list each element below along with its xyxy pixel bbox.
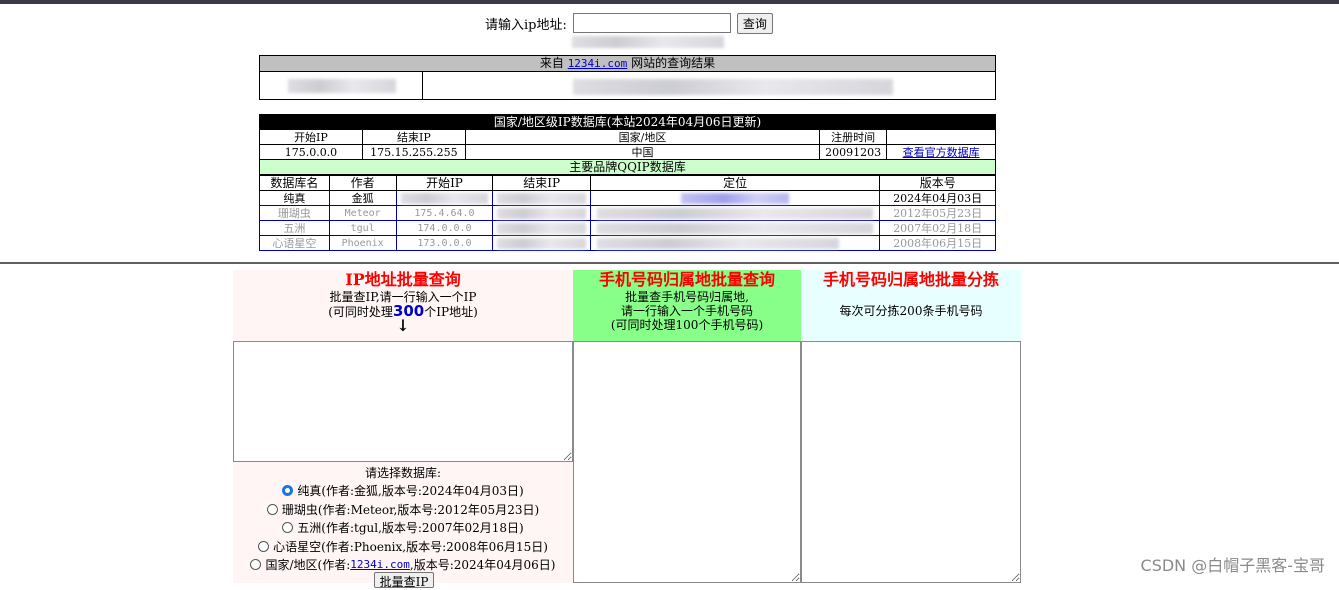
table-row: 五洲 tgul 174.0.0.0 2007年02月18日 xyxy=(259,220,996,236)
table-row: 珊瑚虫 Meteor 175.4.64.0 2012年05月23日 xyxy=(259,205,996,221)
watermark: CSDN @白帽子黑客-宝哥 xyxy=(1140,556,1325,575)
ip-display-redacted xyxy=(572,36,724,48)
search-row: 请输入ip地址: 查询 xyxy=(485,12,773,34)
db-option-shanhuchong[interactable]: 珊瑚虫(作者:Meteor,版本号:2012年05月23日) xyxy=(233,500,573,519)
brand-table: 数据库名 作者 开始IP 结束IP 定位 版本号 纯真 金狐 2024年04月0… xyxy=(259,175,996,251)
result-ip-cell xyxy=(260,72,423,100)
radio-icon[interactable] xyxy=(282,522,294,534)
country-row: 175.0.0.0 175.15.255.255 中国 20091203 查看官… xyxy=(259,144,996,160)
section-divider xyxy=(0,262,1339,264)
db-option-wuzhou[interactable]: 五洲(作者:tgul,版本号:2007年02月18日) xyxy=(233,519,573,538)
radio-icon[interactable] xyxy=(250,559,262,571)
country-table: 国家/地区级IP数据库(本站2024年04月06日更新) 开始IP 结束IP 国… xyxy=(259,114,996,175)
table-row: 心语星空 Phoenix 173.0.0.0 2008年06月15日 xyxy=(259,235,996,251)
table-row: 纯真 金狐 2024年04月03日 xyxy=(259,190,996,206)
ip-input[interactable] xyxy=(572,13,731,33)
arrow-down-icon: ↓ xyxy=(396,316,410,335)
phone-batch-panel: 手机号码归属地批量查询 批量查手机号码归属地, 请一行输入一个手机号码 (可同时… xyxy=(573,270,801,342)
phone-sort-panel: 手机号码归属地批量分拣 每次可分拣200条手机号码 xyxy=(801,270,1021,342)
phone-batch-title: 手机号码归属地批量查询 xyxy=(598,270,775,289)
result-header: 来自 1234i.com 网站的查询结果 xyxy=(260,56,995,72)
site-link[interactable]: 1234i.com xyxy=(568,57,628,70)
batch-query-button[interactable]: 批量查IP xyxy=(374,572,434,589)
official-db-link[interactable]: 查看官方数据库 xyxy=(903,146,980,159)
ip-batch-title: IP地址批量查询 xyxy=(345,270,461,289)
country-table-title: 国家/地区级IP数据库(本站2024年04月06日更新) xyxy=(259,114,996,130)
radio-checked-icon[interactable] xyxy=(282,485,294,497)
db-option-xinyu[interactable]: 心语星空(作者:Phoenix,版本号:2008年06月15日) xyxy=(233,537,573,556)
search-label: 请输入ip地址: xyxy=(485,17,567,33)
db-option-chunzhen[interactable]: 纯真(作者:金狐,版本号:2024年04月03日) xyxy=(233,482,573,501)
query-button[interactable]: 查询 xyxy=(736,12,773,34)
db-option-country-link[interactable]: 1234i.com xyxy=(350,558,410,571)
db-select-label: 请选择数据库: xyxy=(364,465,442,480)
brand-table-title: 主要品牌QQIP数据库 xyxy=(259,159,996,175)
result-location-cell xyxy=(423,72,995,100)
phone-sort-textarea[interactable] xyxy=(801,341,1021,583)
top-bar xyxy=(0,0,1339,4)
phone-sort-title: 手机号码归属地批量分拣 xyxy=(822,270,999,289)
db-select: 请选择数据库: 纯真(作者:金狐,版本号:2024年04月03日) 珊瑚虫(作者… xyxy=(233,463,573,574)
radio-icon[interactable] xyxy=(258,540,270,552)
phone-batch-textarea[interactable] xyxy=(573,341,801,583)
radio-icon[interactable] xyxy=(266,503,278,515)
result-box: 来自 1234i.com 网站的查询结果 xyxy=(259,55,996,100)
ip-batch-textarea[interactable] xyxy=(233,341,573,462)
